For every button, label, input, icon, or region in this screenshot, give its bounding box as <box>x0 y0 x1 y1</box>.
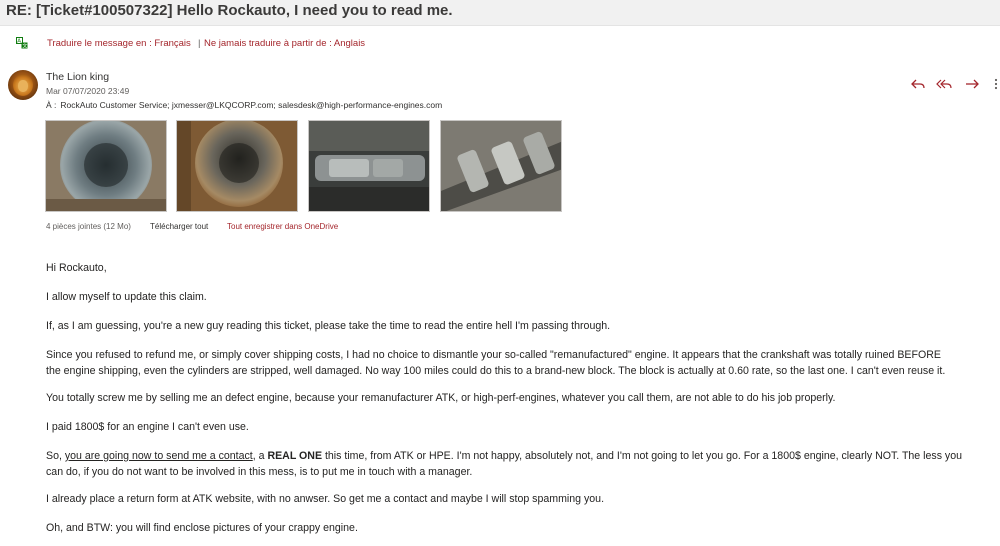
p6-mid: , a <box>252 450 268 462</box>
attachment-thumbnail-2[interactable] <box>176 120 298 212</box>
forward-icon[interactable] <box>964 76 980 92</box>
body-paragraph-3-line-2: the engine shipping, even the cylinders … <box>46 365 946 377</box>
body-paragraph-5: I paid 1800$ for an engine I can't even … <box>46 421 249 433</box>
sender-avatar[interactable] <box>8 70 38 100</box>
body-paragraph-6: So, you are going now to send me a conta… <box>46 448 996 480</box>
subject-bar: RE: [Ticket#100507322] Hello Rockauto, I… <box>0 0 1000 26</box>
reply-all-icon[interactable] <box>936 76 952 92</box>
p6-start: So, <box>46 450 65 462</box>
attachment-count: 4 pièces jointes (12 Mo) <box>46 222 131 231</box>
recipients-list[interactable]: RockAuto Customer Service; jxmesser@LKQC… <box>60 100 442 110</box>
to-label: À : <box>46 100 57 110</box>
svg-text:A: A <box>17 39 21 45</box>
never-translate-link[interactable]: Ne jamais traduire à partir de : Anglais <box>204 38 365 49</box>
body-paragraph-3: Since you refused to refund me, or simpl… <box>46 347 996 379</box>
body-paragraph-1: I allow myself to update this claim. <box>46 291 207 303</box>
body-paragraph-6-line-1: So, you are going now to send me a conta… <box>46 448 996 464</box>
message-subject: RE: [Ticket#100507322] Hello Rockauto, I… <box>6 2 453 19</box>
translate-separator: | <box>198 38 201 49</box>
body-paragraph-7: I already place a return form at ATK web… <box>46 493 605 505</box>
attachment-thumbnail-3[interactable] <box>308 120 430 212</box>
body-paragraph-2: If, as I am guessing, you're a new guy r… <box>46 320 611 332</box>
body-greeting: Hi Rockauto, <box>46 262 107 274</box>
translate-icon[interactable]: A 文 <box>16 37 28 49</box>
message-actions <box>910 76 1000 92</box>
p6-bold: REAL ONE <box>267 450 323 462</box>
lion-face <box>18 80 28 92</box>
attachment-thumbnail-1[interactable] <box>45 120 167 212</box>
svg-text:文: 文 <box>22 43 27 49</box>
more-icon[interactable] <box>990 76 1000 92</box>
body-paragraph-6-line-2: can do, if you do not want to be involve… <box>46 466 473 478</box>
p6-end: this time, from ATK or HPE. I'm not happ… <box>322 450 963 462</box>
translate-message-link[interactable]: Traduire le message en : Français <box>47 38 191 49</box>
body-paragraph-4: You totally screw me by selling me an de… <box>46 392 836 404</box>
body-paragraph-3-line-1: Since you refused to refund me, or simpl… <box>46 349 941 361</box>
attachment-thumbnail-4[interactable] <box>440 120 562 212</box>
reply-icon[interactable] <box>910 76 926 92</box>
save-onedrive-link[interactable]: Tout enregistrer dans OneDrive <box>227 222 338 231</box>
p6-underlined: you are going now to send me a contact <box>64 450 253 462</box>
sent-date: Mar 07/07/2020 23:49 <box>46 86 130 96</box>
download-all-link[interactable]: Télécharger tout <box>150 222 208 231</box>
sender-name[interactable]: The Lion king <box>46 71 109 83</box>
body-paragraph-8: Oh, and BTW: you will find enclose pictu… <box>46 522 358 534</box>
recipients-line: À : RockAuto Customer Service; jxmesser@L… <box>46 100 442 110</box>
